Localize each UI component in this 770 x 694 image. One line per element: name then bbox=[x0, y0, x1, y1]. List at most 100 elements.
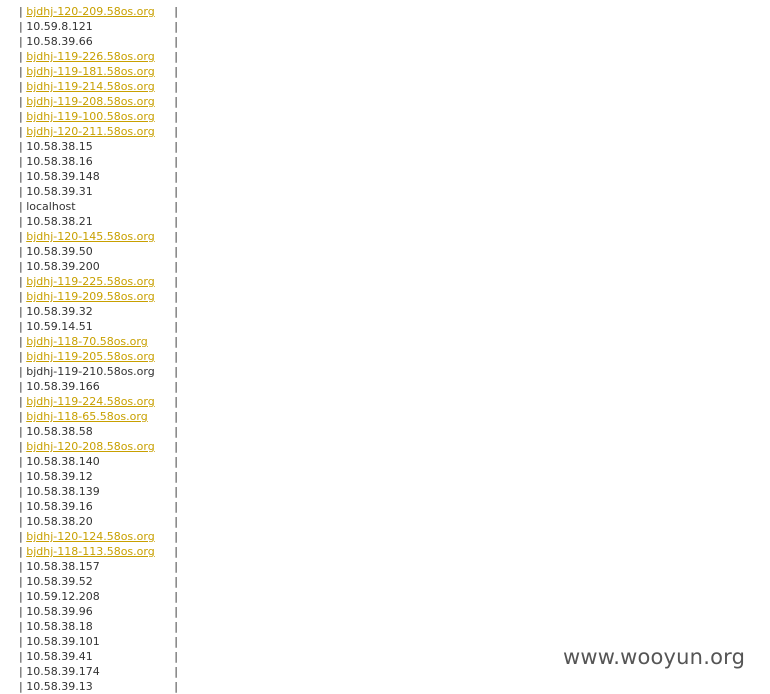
row-separator-left: | bbox=[19, 350, 23, 363]
host-text: 10.58.39.41 bbox=[26, 650, 93, 663]
host-row: | 10.58.39.200 | bbox=[19, 259, 178, 274]
host-row: | 10.58.39.13 | bbox=[19, 679, 178, 694]
row-separator-left: | bbox=[19, 185, 23, 198]
host-row: | localhost | bbox=[19, 199, 178, 214]
host-link[interactable]: bjdhj-119-214.58os.org bbox=[26, 79, 174, 94]
host-link[interactable]: bjdhj-120-124.58os.org bbox=[26, 529, 174, 544]
host-row: | bjdhj-120-145.58os.org | bbox=[19, 229, 178, 244]
row-separator-right: | bbox=[174, 410, 178, 423]
row-separator-left: | bbox=[19, 5, 23, 18]
host-text: 10.58.39.174 bbox=[26, 665, 100, 678]
row-separator-right: | bbox=[174, 590, 178, 603]
row-separator-left: | bbox=[19, 80, 23, 93]
row-separator-right: | bbox=[174, 335, 178, 348]
row-separator-right: | bbox=[174, 35, 178, 48]
host-text: 10.58.38.15 bbox=[26, 140, 93, 153]
host-row: | bjdhj-119-210.58os.org | bbox=[19, 364, 178, 379]
row-separator-left: | bbox=[19, 65, 23, 78]
host-link[interactable]: bjdhj-119-100.58os.org bbox=[26, 109, 174, 124]
host-link[interactable]: bjdhj-119-181.58os.org bbox=[26, 64, 174, 79]
host-text: 10.59.8.121 bbox=[26, 20, 93, 33]
row-separator-right: | bbox=[174, 425, 178, 438]
host-text: 10.58.39.31 bbox=[26, 185, 93, 198]
host-row: | bjdhj-119-100.58os.org | bbox=[19, 109, 178, 124]
row-separator-right: | bbox=[174, 500, 178, 513]
row-separator-right: | bbox=[174, 155, 178, 168]
row-separator-left: | bbox=[19, 515, 23, 528]
row-separator-right: | bbox=[174, 80, 178, 93]
row-separator-right: | bbox=[174, 260, 178, 273]
host-link[interactable]: bjdhj-119-209.58os.org bbox=[26, 289, 174, 304]
row-separator-right: | bbox=[174, 65, 178, 78]
host-link[interactable]: bjdhj-119-205.58os.org bbox=[26, 349, 174, 364]
row-separator-right: | bbox=[174, 125, 178, 138]
host-row: | bjdhj-119-209.58os.org | bbox=[19, 289, 178, 304]
host-text: 10.58.39.13 bbox=[26, 680, 93, 693]
host-text: bjdhj-119-210.58os.org bbox=[26, 365, 155, 378]
host-row: | 10.58.39.41 | bbox=[19, 649, 178, 664]
host-list: | bjdhj-120-209.58os.org | | 10.59.8.121 | |… bbox=[19, 4, 178, 694]
host-text: 10.58.38.58 bbox=[26, 425, 93, 438]
row-separator-left: | bbox=[19, 560, 23, 573]
row-separator-left: | bbox=[19, 680, 23, 693]
host-row: | 10.58.38.58 | bbox=[19, 424, 178, 439]
host-text: 10.58.39.148 bbox=[26, 170, 100, 183]
host-row: | bjdhj-119-225.58os.org | bbox=[19, 274, 178, 289]
watermark: www.wooyun.org bbox=[563, 645, 746, 669]
row-separator-left: | bbox=[19, 440, 23, 453]
host-row: | 10.58.39.50 | bbox=[19, 244, 178, 259]
host-row: | 10.58.39.16 | bbox=[19, 499, 178, 514]
row-separator-right: | bbox=[174, 350, 178, 363]
host-text: 10.59.14.51 bbox=[26, 320, 93, 333]
host-link[interactable]: bjdhj-120-145.58os.org bbox=[26, 229, 174, 244]
host-row: | 10.58.39.32 | bbox=[19, 304, 178, 319]
host-text: 10.58.39.66 bbox=[26, 35, 93, 48]
host-link[interactable]: bjdhj-118-65.58os.org bbox=[26, 409, 174, 424]
host-row: | 10.58.38.18 | bbox=[19, 619, 178, 634]
row-separator-left: | bbox=[19, 545, 23, 558]
host-row: | 10.58.39.66 | bbox=[19, 34, 178, 49]
row-separator-right: | bbox=[174, 575, 178, 588]
host-row: | 10.58.39.31 | bbox=[19, 184, 178, 199]
host-link[interactable]: bjdhj-120-211.58os.org bbox=[26, 124, 174, 139]
host-link[interactable]: bjdhj-119-225.58os.org bbox=[26, 274, 174, 289]
row-separator-left: | bbox=[19, 275, 23, 288]
host-row: | bjdhj-119-181.58os.org | bbox=[19, 64, 178, 79]
row-separator-left: | bbox=[19, 170, 23, 183]
row-separator-left: | bbox=[19, 50, 23, 63]
host-row: | 10.58.38.20 | bbox=[19, 514, 178, 529]
row-separator-right: | bbox=[174, 440, 178, 453]
host-link[interactable]: bjdhj-118-113.58os.org bbox=[26, 544, 174, 559]
host-text: 10.58.39.32 bbox=[26, 305, 93, 318]
host-link[interactable]: bjdhj-118-70.58os.org bbox=[26, 334, 174, 349]
row-separator-right: | bbox=[174, 275, 178, 288]
row-separator-left: | bbox=[19, 260, 23, 273]
host-row: | 10.58.38.140 | bbox=[19, 454, 178, 469]
host-row: | bjdhj-119-226.58os.org | bbox=[19, 49, 178, 64]
row-separator-left: | bbox=[19, 590, 23, 603]
host-row: | bjdhj-118-113.58os.org | bbox=[19, 544, 178, 559]
host-text: localhost bbox=[26, 200, 76, 213]
row-separator-right: | bbox=[174, 455, 178, 468]
row-separator-right: | bbox=[174, 200, 178, 213]
row-separator-right: | bbox=[174, 365, 178, 378]
row-separator-left: | bbox=[19, 605, 23, 618]
host-link[interactable]: bjdhj-120-209.58os.org bbox=[26, 4, 174, 19]
row-separator-left: | bbox=[19, 425, 23, 438]
row-separator-right: | bbox=[174, 110, 178, 123]
row-separator-right: | bbox=[174, 620, 178, 633]
host-link[interactable]: bjdhj-119-224.58os.org bbox=[26, 394, 174, 409]
host-link[interactable]: bjdhj-120-208.58os.org bbox=[26, 439, 174, 454]
host-link[interactable]: bjdhj-119-208.58os.org bbox=[26, 94, 174, 109]
row-separator-right: | bbox=[174, 305, 178, 318]
host-row: | 10.58.38.21 | bbox=[19, 214, 178, 229]
row-separator-left: | bbox=[19, 485, 23, 498]
host-row: | bjdhj-120-208.58os.org | bbox=[19, 439, 178, 454]
row-separator-left: | bbox=[19, 245, 23, 258]
host-row: | bjdhj-120-209.58os.org | bbox=[19, 4, 178, 19]
row-separator-left: | bbox=[19, 395, 23, 408]
row-separator-right: | bbox=[174, 5, 178, 18]
host-text: 10.58.39.166 bbox=[26, 380, 100, 393]
row-separator-right: | bbox=[174, 395, 178, 408]
host-link[interactable]: bjdhj-119-226.58os.org bbox=[26, 49, 174, 64]
